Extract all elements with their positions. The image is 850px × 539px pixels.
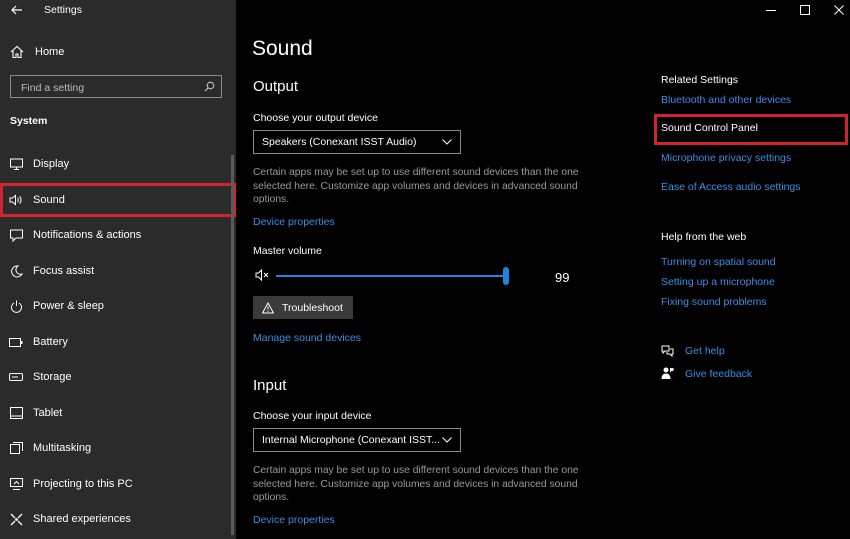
input-device-dropdown[interactable]: Internal Microphone (Conexant ISST... (253, 428, 461, 452)
sidebar-item-storage[interactable]: Storage (0, 360, 236, 394)
home-icon (10, 45, 24, 59)
home-label: Home (35, 46, 65, 58)
microphone-privacy-link[interactable]: Microphone privacy settings (661, 152, 791, 164)
sidebar-item-label: Display (33, 158, 70, 170)
volume-slider[interactable] (276, 267, 509, 285)
close-icon[interactable] (833, 4, 845, 16)
fixing-sound-link[interactable]: Fixing sound problems (661, 296, 767, 308)
help-from-web-title: Help from the web (661, 231, 747, 243)
tablet-icon (9, 406, 23, 420)
sidebar-item-tablet[interactable]: Tablet (0, 396, 236, 430)
sidebar-item-projecting[interactable]: Projecting to this PC (0, 467, 236, 501)
chevron-down-icon (442, 437, 452, 443)
input-device-properties-link[interactable]: Device properties (253, 514, 335, 526)
output-section-title: Output (253, 78, 299, 95)
related-settings-title: Related Settings (661, 74, 739, 86)
multitasking-icon (9, 441, 23, 455)
main-content: Sound Output Choose your output device S… (236, 0, 850, 539)
volume-value: 99 (555, 270, 570, 285)
input-device-value: Internal Microphone (Conexant ISST... (262, 434, 441, 446)
sidebar-item-label: Sound (33, 194, 65, 206)
sidebar-item-display[interactable]: Display (0, 147, 236, 181)
output-device-properties-link[interactable]: Device properties (253, 216, 335, 228)
give-feedback-link[interactable]: Give feedback (685, 368, 752, 380)
search-box[interactable] (10, 75, 222, 98)
projecting-icon (9, 477, 23, 491)
master-volume-label: Master volume (253, 245, 322, 257)
ease-of-access-audio-link[interactable]: Ease of Access audio settings (661, 181, 801, 193)
sound-control-panel-link[interactable]: Sound Control Panel (654, 114, 848, 145)
sidebar-item-battery[interactable]: Battery (0, 325, 236, 359)
sidebar-item-label: Battery (33, 336, 68, 348)
home-link[interactable]: Home (10, 43, 64, 61)
get-help-row[interactable]: Get help (661, 344, 725, 357)
output-description: Certain apps may be set up to use differ… (253, 167, 579, 205)
sidebar-item-shared-experiences[interactable]: Shared experiences (0, 502, 236, 536)
back-arrow-icon[interactable] (10, 3, 24, 17)
sidebar-item-label: Focus assist (33, 265, 95, 277)
speaker-icon (9, 193, 23, 207)
search-input[interactable] (19, 79, 203, 96)
storage-icon (9, 370, 23, 384)
input-device-label: Choose your input device (253, 410, 372, 422)
notifications-icon (9, 228, 23, 242)
setup-microphone-link[interactable]: Setting up a microphone (661, 276, 775, 288)
sidebar: Settings Home System Display Sound Notif… (0, 0, 236, 539)
display-icon (9, 157, 23, 171)
get-help-link[interactable]: Get help (685, 345, 725, 357)
sidebar-item-label: Projecting to this PC (33, 478, 133, 490)
output-device-label: Choose your output device (253, 112, 378, 124)
sidebar-item-label: Notifications & actions (33, 229, 142, 241)
speaker-mute-icon[interactable] (255, 268, 271, 282)
sidebar-scrollbar[interactable] (231, 155, 234, 535)
give-feedback-row[interactable]: Give feedback (661, 367, 752, 380)
volume-slider-fill (276, 275, 506, 277)
input-section-title: Input (253, 377, 287, 394)
sidebar-item-label: Shared experiences (33, 513, 131, 525)
volume-slider-thumb[interactable] (502, 267, 509, 285)
sidebar-item-focus-assist[interactable]: Focus assist (0, 254, 236, 288)
shared-icon (9, 512, 23, 526)
moon-icon (9, 264, 23, 278)
output-device-dropdown[interactable]: Speakers (Conexant ISST Audio) (253, 130, 461, 154)
bluetooth-devices-link[interactable]: Bluetooth and other devices (661, 94, 791, 106)
sidebar-item-power-sleep[interactable]: Power & sleep (0, 289, 236, 323)
spatial-sound-link[interactable]: Turning on spatial sound (661, 256, 776, 268)
chat-help-icon (661, 345, 674, 357)
manage-sound-devices-link[interactable]: Manage sound devices (253, 332, 361, 344)
feedback-icon (661, 367, 674, 379)
troubleshoot-label: Troubleshoot (282, 301, 343, 314)
sidebar-item-label: Multitasking (33, 442, 92, 454)
window-title: Settings (44, 4, 82, 16)
sidebar-item-label: Tablet (33, 407, 63, 419)
sidebar-item-label: Power & sleep (33, 300, 104, 312)
maximize-icon[interactable] (799, 4, 811, 16)
sidebar-item-label: Storage (33, 371, 72, 383)
troubleshoot-button[interactable]: Troubleshoot (253, 296, 353, 319)
battery-icon (9, 335, 23, 349)
chevron-down-icon (442, 139, 452, 145)
sidebar-item-sound[interactable]: Sound (0, 183, 236, 217)
power-icon (9, 299, 23, 313)
sound-control-panel-label: Sound Control Panel (661, 122, 758, 134)
sidebar-item-multitasking[interactable]: Multitasking (0, 431, 236, 465)
input-description: Certain apps may be set up to use differ… (253, 465, 579, 503)
output-device-value: Speakers (Conexant ISST Audio) (262, 136, 417, 148)
minimize-icon[interactable] (765, 4, 777, 16)
page-title: Sound (252, 37, 313, 60)
sidebar-item-notifications[interactable]: Notifications & actions (0, 218, 236, 252)
section-label: System (10, 115, 48, 127)
search-icon[interactable] (204, 81, 215, 92)
warning-icon (262, 301, 274, 313)
